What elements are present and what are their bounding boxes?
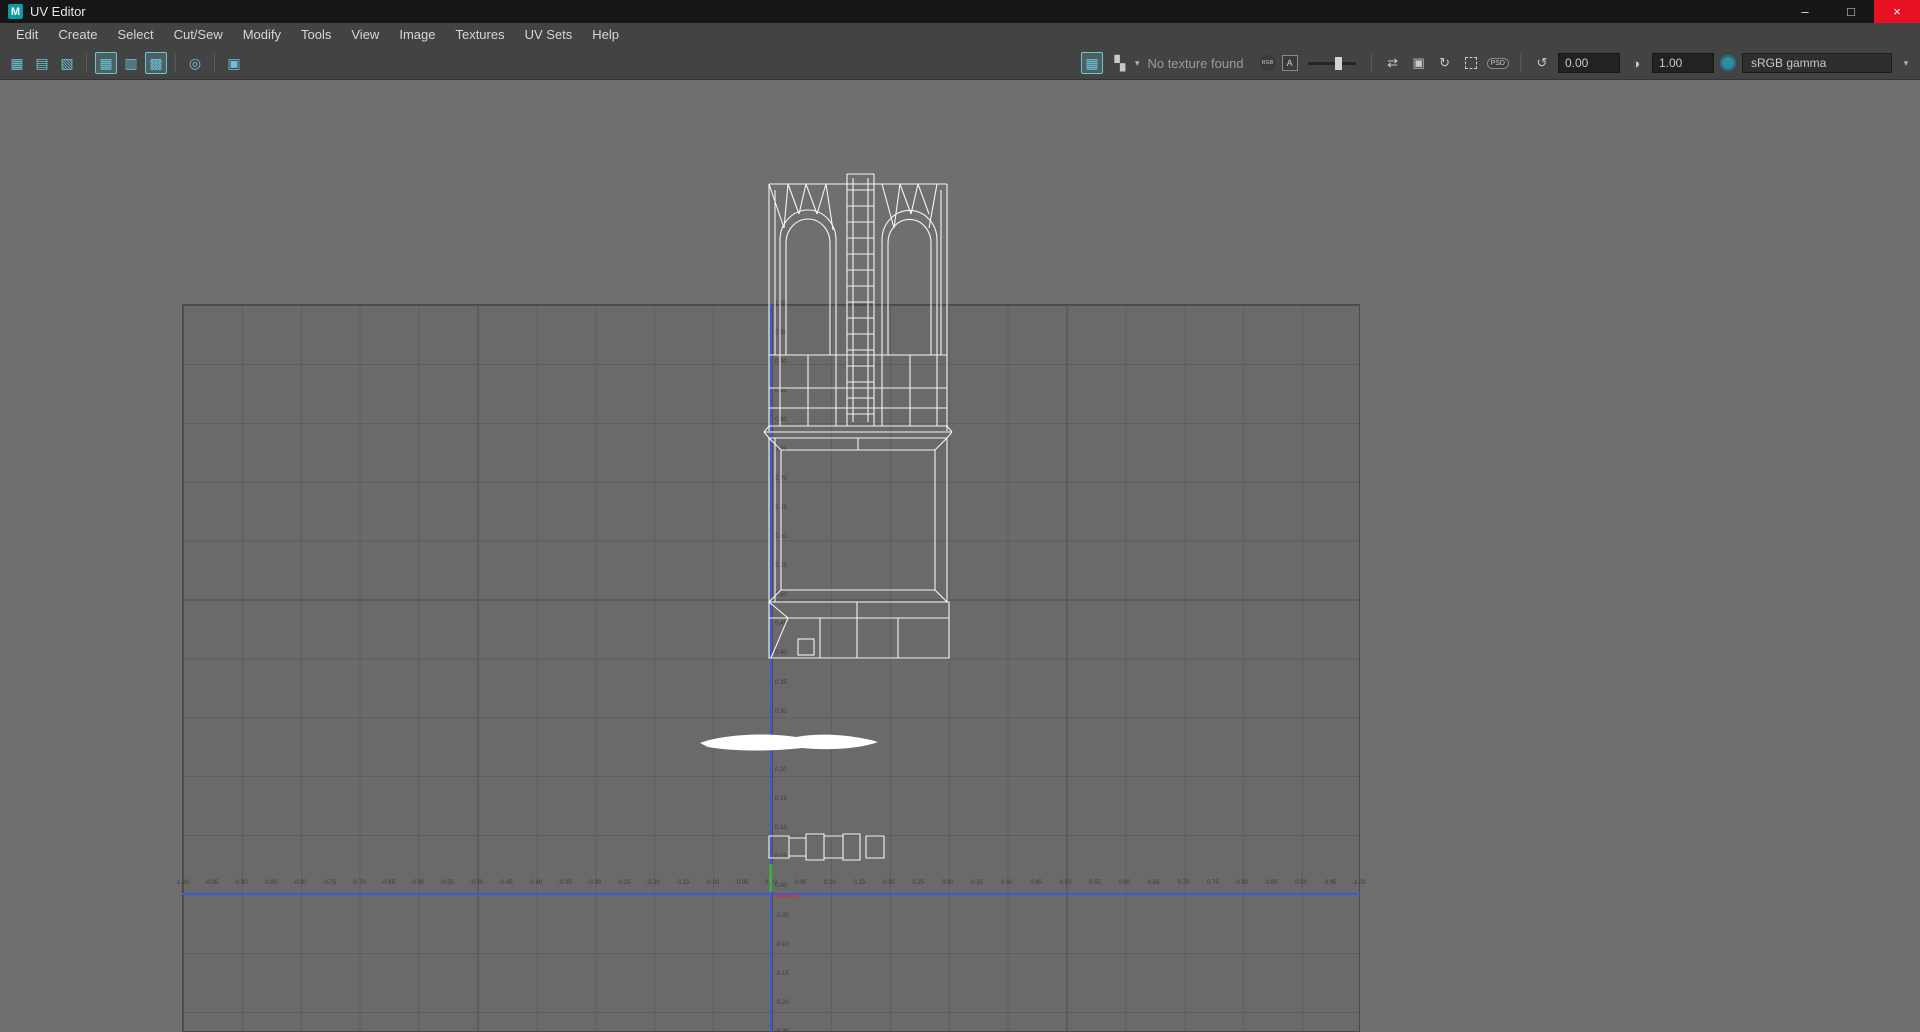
menu-cut-sew[interactable]: Cut/Sew (164, 23, 233, 47)
checker-display-button[interactable]: ▚ (1109, 52, 1131, 74)
isolate-select-icon[interactable]: ◎ (184, 52, 206, 74)
gamma-field[interactable]: 1.00 (1652, 53, 1714, 73)
menu-edit[interactable]: Edit (6, 23, 48, 47)
uv-shell-quads (769, 834, 884, 860)
contrast-icon[interactable]: ◑ (1626, 53, 1646, 73)
uv-transform-button[interactable]: ⇄ (1383, 53, 1403, 73)
menu-help[interactable]: Help (582, 23, 629, 47)
toolbar-separator (1371, 54, 1372, 72)
toolbar: ▦▤▧▦▥▩◎▣ ▦ ▚ ▾ No texture found RGB A ⇄ … (0, 47, 1920, 80)
uv-shell-blob (700, 735, 878, 751)
menu-modify[interactable]: Modify (233, 23, 291, 47)
chevron-down-icon[interactable]: ▾ (1135, 58, 1140, 69)
minimize-button[interactable]: – (1782, 0, 1828, 23)
menu-image[interactable]: Image (389, 23, 445, 47)
pixel-grid-icon[interactable]: ▩ (145, 52, 167, 74)
image-dim-slider[interactable] (1308, 62, 1356, 65)
view-transform-arrow-button[interactable]: ▾ (1898, 53, 1914, 73)
title-bar: M UV Editor – □ × (0, 0, 1920, 23)
image-button[interactable]: ▣ (1409, 53, 1429, 73)
texture-display-button[interactable]: ▦ (1081, 52, 1103, 74)
checker-tiles-icon[interactable]: ▦ (95, 52, 117, 74)
color-management-icon[interactable] (1720, 55, 1736, 71)
grid-display-icon[interactable]: ▥ (120, 52, 142, 74)
maya-app-icon: M (8, 4, 23, 19)
menu-tools[interactable]: Tools (291, 23, 341, 47)
marquee-icon (1465, 57, 1477, 69)
uv-shell-tower (764, 174, 952, 658)
texture-status-text: No texture found (1147, 56, 1243, 71)
toolbar-separator (175, 54, 176, 72)
canvas-viewport[interactable]: -1.00-0.95-0.90-0.85-0.80-0.75-0.70-0.65… (0, 80, 1920, 1032)
window-title: UV Editor (30, 4, 86, 19)
toolbar-separator (1520, 54, 1521, 72)
uv-distortion-view-icon[interactable]: ▧ (56, 52, 78, 74)
toolbar-left-icons: ▦▤▧▦▥▩◎▣ (6, 52, 245, 74)
menubar: EditCreateSelectCut/SewModifyToolsViewIm… (0, 23, 1920, 47)
exposure-field[interactable]: 0.00 (1558, 53, 1620, 73)
menu-select[interactable]: Select (107, 23, 163, 47)
exposure-icon[interactable]: ↺ (1532, 53, 1552, 73)
toolbar-separator (214, 54, 215, 72)
maximize-button[interactable]: □ (1828, 0, 1874, 23)
menu-uv-sets[interactable]: UV Sets (515, 23, 583, 47)
marquee-button[interactable] (1461, 53, 1481, 73)
psd-button[interactable]: PSD (1487, 58, 1509, 69)
menu-create[interactable]: Create (48, 23, 107, 47)
toolbar-right: ▦ ▚ ▾ No texture found RGB A ⇄ ▣ ↻ PSD ↺… (1081, 52, 1914, 74)
toolbar-separator (86, 54, 87, 72)
window-controls: – □ × (1782, 0, 1920, 23)
rgb-channels-button[interactable]: RGB (1260, 55, 1276, 71)
slider-handle[interactable] (1335, 57, 1342, 70)
refresh-button[interactable]: ↻ (1435, 53, 1455, 73)
menu-view[interactable]: View (341, 23, 389, 47)
view-transform-dropdown[interactable]: sRGB gamma (1742, 53, 1892, 73)
alpha-channel-button[interactable]: A (1282, 55, 1298, 71)
uv-textured-view-icon[interactable]: ▦ (6, 52, 28, 74)
uv-snapshot-icon[interactable]: ▣ (223, 52, 245, 74)
uv-shell-wireframe (0, 80, 1920, 1032)
uv-shaded-view-icon[interactable]: ▤ (31, 52, 53, 74)
menu-textures[interactable]: Textures (445, 23, 514, 47)
close-button[interactable]: × (1874, 0, 1920, 23)
